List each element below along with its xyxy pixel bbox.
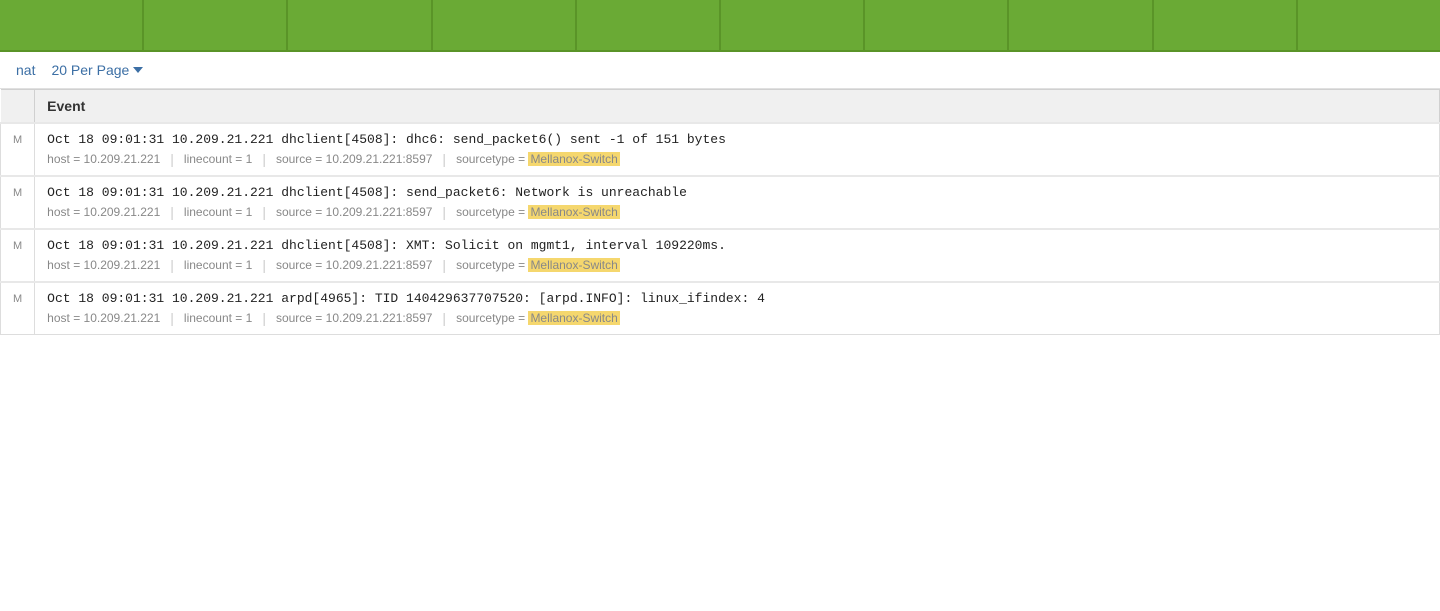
meta-separator: | bbox=[442, 204, 446, 220]
left-indicator-label: M bbox=[13, 134, 22, 146]
meta-sourcetype-container: sourcetype = Mellanox-Switch bbox=[456, 152, 620, 166]
left-indicator-label: M bbox=[13, 187, 22, 199]
table-row-meta: host = 10.209.21.221 | linecount = 1 | sourc… bbox=[1, 202, 1440, 229]
row-indicator: M bbox=[1, 229, 35, 255]
meta-linecount: linecount = 1 bbox=[184, 152, 252, 166]
header-col-5 bbox=[577, 0, 721, 50]
table-row: M Oct 18 09:01:31 10.209.21.221 arpd[4965… bbox=[1, 282, 1440, 308]
meta-sourcetype-container: sourcetype = Mellanox-Switch bbox=[456, 258, 620, 272]
row-indicator: M bbox=[1, 176, 35, 202]
meta-separator: | bbox=[262, 310, 266, 326]
meta-separator: | bbox=[170, 257, 174, 273]
meta-linecount: linecount = 1 bbox=[184, 311, 252, 325]
meta-host: host = 10.209.21.221 bbox=[47, 152, 160, 166]
meta-host: host = 10.209.21.221 bbox=[47, 205, 160, 219]
meta-sourcetype-label: sourcetype = bbox=[456, 311, 528, 325]
left-indicator-label: M bbox=[13, 293, 22, 305]
meta-separator: | bbox=[170, 204, 174, 220]
meta-linecount: linecount = 1 bbox=[184, 205, 252, 219]
event-meta-text: host = 10.209.21.221 | linecount = 1 | sourc… bbox=[35, 149, 1440, 176]
meta-sourcetype-container: sourcetype = Mellanox-Switch bbox=[456, 311, 620, 325]
event-main-text: Oct 18 09:01:31 10.209.21.221 arpd[4965]… bbox=[35, 282, 1440, 308]
meta-separator: | bbox=[442, 151, 446, 167]
meta-sourcetype-value: Mellanox-Switch bbox=[528, 152, 619, 166]
green-header-bar bbox=[0, 0, 1440, 52]
meta-host: host = 10.209.21.221 bbox=[47, 311, 160, 325]
per-page-selector[interactable]: 20 Per Page bbox=[51, 62, 143, 78]
meta-inner: host = 10.209.21.221 | linecount = 1 | sourc… bbox=[47, 257, 1427, 273]
event-meta-text: host = 10.209.21.221 | linecount = 1 | sourc… bbox=[35, 202, 1440, 229]
per-page-label: 20 Per Page bbox=[51, 62, 129, 78]
table-row-meta: host = 10.209.21.221 | linecount = 1 | sourc… bbox=[1, 308, 1440, 335]
col-header-indicator bbox=[1, 90, 35, 124]
header-col-8 bbox=[1009, 0, 1153, 50]
event-text: Oct 18 09:01:31 10.209.21.221 dhclient[4… bbox=[47, 185, 687, 200]
chevron-down-icon bbox=[133, 67, 143, 73]
header-col-4 bbox=[433, 0, 577, 50]
meta-separator: | bbox=[262, 151, 266, 167]
meta-sourcetype-value: Mellanox-Switch bbox=[528, 205, 619, 219]
header-col-3 bbox=[288, 0, 432, 50]
meta-separator: | bbox=[170, 151, 174, 167]
events-table-container: Event M Oct 18 09:01:31 10.209.21.221 dhc… bbox=[0, 89, 1440, 335]
meta-inner: host = 10.209.21.221 | linecount = 1 | sourc… bbox=[47, 204, 1427, 220]
header-col-10 bbox=[1298, 0, 1440, 50]
table-row-meta: host = 10.209.21.221 | linecount = 1 | sourc… bbox=[1, 149, 1440, 176]
toolbar-row: nat 20 Per Page bbox=[0, 52, 1440, 89]
table-row: M Oct 18 09:01:31 10.209.21.221 dhclient[… bbox=[1, 229, 1440, 255]
header-col-1 bbox=[0, 0, 144, 50]
header-col-9 bbox=[1154, 0, 1298, 50]
meta-linecount: linecount = 1 bbox=[184, 258, 252, 272]
row-indicator: M bbox=[1, 282, 35, 308]
event-text: Oct 18 09:01:31 10.209.21.221 arpd[4965]… bbox=[47, 291, 765, 306]
meta-separator: | bbox=[262, 257, 266, 273]
meta-sourcetype-container: sourcetype = Mellanox-Switch bbox=[456, 205, 620, 219]
events-table: Event M Oct 18 09:01:31 10.209.21.221 dhc… bbox=[0, 89, 1440, 335]
event-meta-text: host = 10.209.21.221 | linecount = 1 | sourc… bbox=[35, 308, 1440, 335]
meta-sourcetype-label: sourcetype = bbox=[456, 205, 528, 219]
meta-indicator-cell bbox=[1, 308, 35, 335]
meta-indicator-cell bbox=[1, 149, 35, 176]
meta-sourcetype-label: sourcetype = bbox=[456, 152, 528, 166]
meta-sourcetype-value: Mellanox-Switch bbox=[528, 258, 619, 272]
table-row: M Oct 18 09:01:31 10.209.21.221 dhclient[… bbox=[1, 176, 1440, 202]
meta-separator: | bbox=[442, 310, 446, 326]
meta-source: source = 10.209.21.221:8597 bbox=[276, 258, 432, 272]
table-row: M Oct 18 09:01:31 10.209.21.221 dhclient[… bbox=[1, 123, 1440, 149]
meta-separator: | bbox=[170, 310, 174, 326]
event-meta-text: host = 10.209.21.221 | linecount = 1 | sourc… bbox=[35, 255, 1440, 282]
header-col-2 bbox=[144, 0, 288, 50]
format-link[interactable]: nat bbox=[16, 62, 35, 78]
table-row-meta: host = 10.209.21.221 | linecount = 1 | sourc… bbox=[1, 255, 1440, 282]
meta-inner: host = 10.209.21.221 | linecount = 1 | sourc… bbox=[47, 151, 1427, 167]
event-text: Oct 18 09:01:31 10.209.21.221 dhclient[4… bbox=[47, 132, 726, 147]
event-text: Oct 18 09:01:31 10.209.21.221 dhclient[4… bbox=[47, 238, 726, 253]
meta-host: host = 10.209.21.221 bbox=[47, 258, 160, 272]
meta-sourcetype-label: sourcetype = bbox=[456, 258, 528, 272]
header-col-7 bbox=[865, 0, 1009, 50]
meta-indicator-cell bbox=[1, 202, 35, 229]
meta-inner: host = 10.209.21.221 | linecount = 1 | sourc… bbox=[47, 310, 1427, 326]
meta-source: source = 10.209.21.221:8597 bbox=[276, 205, 432, 219]
col-header-event: Event bbox=[35, 90, 1440, 124]
row-indicator: M bbox=[1, 123, 35, 149]
event-main-text: Oct 18 09:01:31 10.209.21.221 dhclient[4… bbox=[35, 176, 1440, 202]
event-main-text: Oct 18 09:01:31 10.209.21.221 dhclient[4… bbox=[35, 123, 1440, 149]
meta-sourcetype-value: Mellanox-Switch bbox=[528, 311, 619, 325]
meta-source: source = 10.209.21.221:8597 bbox=[276, 152, 432, 166]
meta-source: source = 10.209.21.221:8597 bbox=[276, 311, 432, 325]
header-col-6 bbox=[721, 0, 865, 50]
meta-separator: | bbox=[262, 204, 266, 220]
left-indicator-label: M bbox=[13, 240, 22, 252]
meta-indicator-cell bbox=[1, 255, 35, 282]
event-main-text: Oct 18 09:01:31 10.209.21.221 dhclient[4… bbox=[35, 229, 1440, 255]
meta-separator: | bbox=[442, 257, 446, 273]
